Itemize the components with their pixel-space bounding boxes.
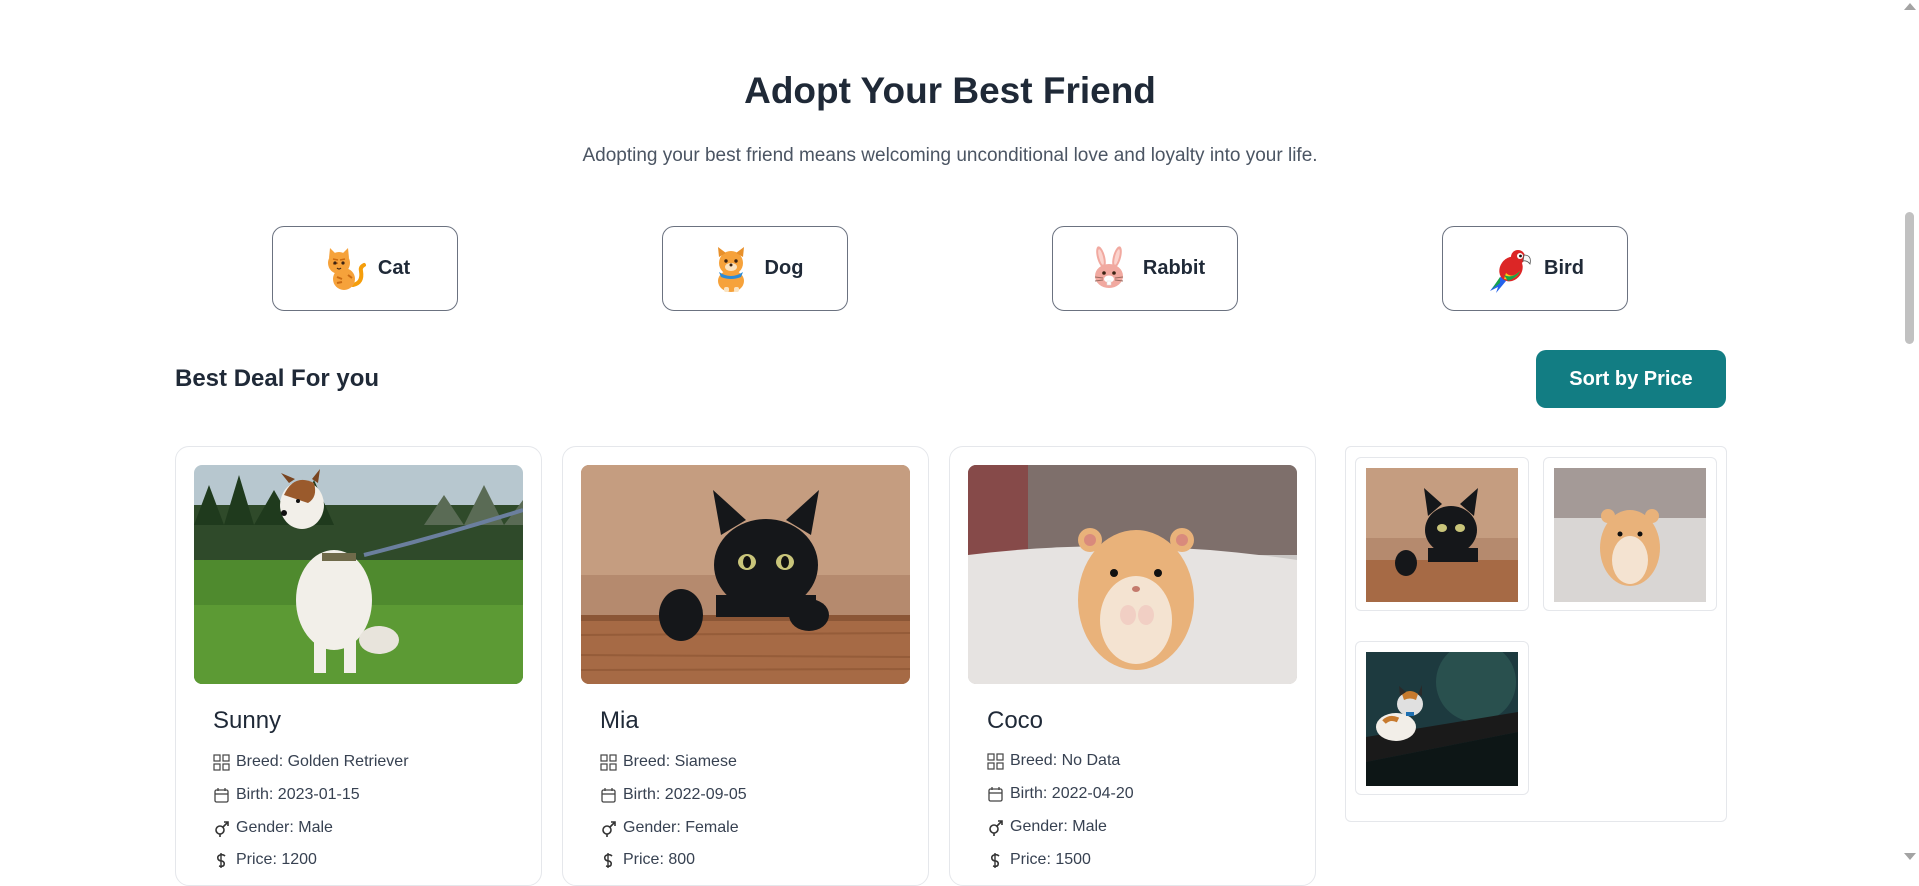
- pet-gender: Gender: Male: [213, 819, 333, 837]
- pet-price: Price: 1200: [213, 851, 317, 869]
- pet-price: Price: 1500: [987, 851, 1091, 869]
- pet-breed: Breed: No Data: [987, 752, 1120, 770]
- gender-icon: [602, 820, 616, 837]
- page-subtitle: Adopting your best friend means welcomin…: [582, 145, 1318, 166]
- pet-card[interactable]: Sunny Breed: Golden Retriever Birth: 202…: [175, 446, 542, 886]
- pet-card[interactable]: Mia Breed: Siamese Birth: 2022-09-05 Gen…: [562, 446, 929, 886]
- grid-icon: [600, 753, 617, 771]
- pet-birth: Birth: 2022-09-05: [600, 786, 747, 804]
- category-button-cat[interactable]: Cat: [272, 226, 458, 311]
- pet-price-text: Price: 800: [623, 851, 696, 868]
- page: Adopt Your Best Friend Adopting your bes…: [0, 0, 1900, 886]
- category-label: Rabbit: [1142, 257, 1206, 279]
- pet-breed-text: Breed: No Data: [1010, 752, 1121, 769]
- calendar-icon: [601, 787, 616, 803]
- dog-photo: [194, 465, 523, 684]
- pet-breed: Breed: Siamese: [600, 753, 737, 771]
- pet-birth-text: Birth: 2023-01-15: [236, 786, 360, 803]
- gallery-thumb-calico-cat[interactable]: [1355, 641, 1529, 795]
- pet-birth-text: Birth: 2022-04-20: [1010, 785, 1134, 802]
- pet-breed-text: Breed: Golden Retriever: [236, 753, 409, 770]
- sort-by-price-button[interactable]: Sort by Price: [1536, 350, 1726, 408]
- pet-price-text: Price: 1500: [1010, 851, 1091, 868]
- grid-icon: [213, 753, 230, 771]
- category-label: Dog: [764, 257, 804, 279]
- gallery-thumb-hamster[interactable]: [1543, 457, 1717, 611]
- calendar-icon: [214, 787, 229, 803]
- category-button-rabbit[interactable]: Rabbit: [1052, 226, 1238, 311]
- hamster-photo: [968, 465, 1297, 684]
- pet-name: Mia: [600, 707, 639, 734]
- scrollbar-thumb[interactable]: [1905, 212, 1914, 344]
- gender-icon: [989, 819, 1003, 836]
- vertical-scrollbar[interactable]: [1900, 0, 1919, 866]
- dog-emoji-icon: [717, 246, 744, 292]
- category-button-dog[interactable]: Dog: [662, 226, 848, 311]
- pet-card[interactable]: Coco Breed: No Data Birth: 2022-04-20 Ge…: [949, 446, 1316, 886]
- scroll-up-icon[interactable]: [1904, 3, 1916, 10]
- pet-birth-text: Birth: 2022-09-05: [623, 786, 747, 803]
- scroll-down-icon[interactable]: [1904, 853, 1916, 860]
- category-label: Bird: [1544, 257, 1584, 279]
- black-cat-photo: [581, 465, 910, 684]
- pet-gallery: [1345, 446, 1727, 822]
- section-title: Best Deal For you: [175, 365, 380, 392]
- pet-birth: Birth: 2023-01-15: [213, 786, 360, 804]
- pet-name: Sunny: [213, 707, 282, 734]
- gallery-thumb-black-cat[interactable]: [1355, 457, 1529, 611]
- pet-gender-text: Gender: Male: [236, 819, 333, 836]
- gender-icon: [215, 820, 229, 837]
- pet-name: Coco: [987, 707, 1044, 734]
- parrot-emoji-icon: [1490, 249, 1531, 293]
- pet-gender: Gender: Male: [987, 818, 1107, 836]
- pet-gender: Gender: Female: [600, 819, 739, 837]
- pet-price-text: Price: 1200: [236, 851, 317, 868]
- cat-emoji-icon: [327, 247, 366, 290]
- pet-breed: Breed: Golden Retriever: [213, 753, 409, 771]
- page-title: Adopt Your Best Friend: [744, 70, 1156, 111]
- pet-breed-text: Breed: Siamese: [623, 753, 737, 770]
- category-label: Cat: [377, 257, 411, 279]
- calendar-icon: [988, 786, 1003, 802]
- category-button-bird[interactable]: Bird: [1442, 226, 1628, 311]
- grid-icon: [987, 752, 1004, 770]
- pet-price: Price: 800: [600, 851, 695, 869]
- pet-gender-text: Gender: Male: [1010, 818, 1107, 835]
- rabbit-emoji-icon: [1094, 245, 1123, 288]
- pet-gender-text: Gender: Female: [623, 819, 739, 836]
- pet-birth: Birth: 2022-04-20: [987, 785, 1134, 803]
